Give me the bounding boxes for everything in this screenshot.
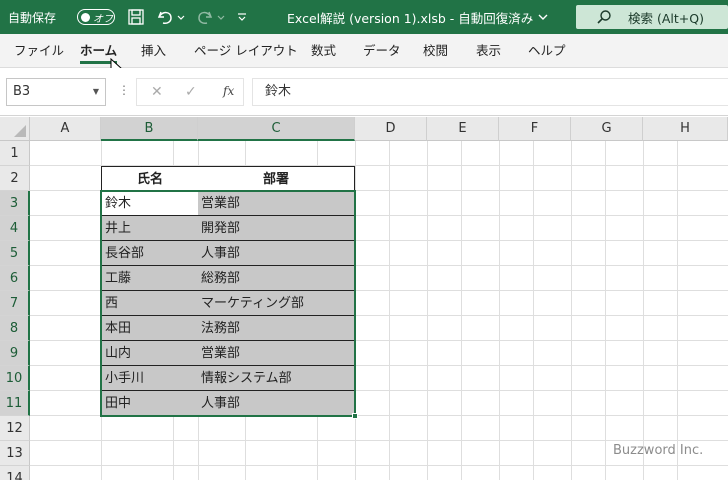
row-header[interactable]: 1: [0, 141, 30, 166]
toggle-state: オフ: [93, 13, 113, 25]
column-header-c[interactable]: C: [198, 117, 355, 141]
formula-input[interactable]: 鈴木: [252, 78, 728, 106]
name-box-value: B3: [13, 84, 31, 99]
row-header[interactable]: 12: [0, 416, 30, 441]
enter-icon[interactable]: ✓: [185, 84, 197, 100]
undo-icon[interactable]: [156, 8, 174, 26]
tab-data[interactable]: データ: [363, 34, 401, 67]
name-box-dropdown-icon[interactable]: ▼: [93, 79, 99, 105]
column-header-f[interactable]: F: [499, 117, 571, 141]
tab-review[interactable]: 校閲: [423, 34, 448, 67]
row-header[interactable]: 8: [0, 316, 30, 341]
toggle-knob: [81, 12, 90, 22]
autosave-label: 自動保存: [8, 10, 57, 25]
chevron-down-icon: [538, 14, 548, 20]
table-cell-name[interactable]: 西: [101, 291, 199, 316]
table-cell-name[interactable]: 長谷部: [101, 241, 199, 266]
redo-icon[interactable]: [196, 8, 214, 26]
column-header-b[interactable]: B: [101, 117, 198, 141]
table-cell-name[interactable]: 田中: [101, 391, 199, 416]
row-header[interactable]: 14: [0, 466, 30, 480]
tab-page-layout[interactable]: ページ レイアウト: [194, 34, 298, 67]
column-header-g[interactable]: G: [571, 117, 643, 141]
table-cell-department[interactable]: 営業部: [198, 341, 355, 366]
table-cell-department[interactable]: 開発部: [198, 216, 355, 241]
watermark: Buzzword Inc.: [613, 443, 704, 458]
column-header-e[interactable]: E: [427, 117, 499, 141]
table-cell-name[interactable]: 鈴木: [101, 191, 199, 216]
table-cell-name[interactable]: 井上: [101, 216, 199, 241]
select-all-button[interactable]: [0, 117, 30, 141]
tab-insert[interactable]: 挿入: [141, 34, 166, 67]
row-header[interactable]: 11: [0, 391, 30, 416]
table-cell-name[interactable]: 工藤: [101, 266, 199, 291]
table-cell-department[interactable]: マーケティング部: [198, 291, 355, 316]
table-header-department[interactable]: 部署: [198, 166, 355, 191]
column-header-h[interactable]: H: [643, 117, 728, 141]
gridline: [427, 141, 428, 480]
row-header[interactable]: 10: [0, 366, 30, 391]
column-header-a[interactable]: A: [30, 117, 101, 141]
name-box[interactable]: B3 ▼: [6, 78, 106, 106]
search-placeholder: 検索 (Alt+Q): [628, 10, 704, 26]
row-header[interactable]: 3: [0, 191, 30, 216]
save-icon[interactable]: [127, 8, 145, 26]
table-cell-department[interactable]: 情報システム部: [198, 366, 355, 391]
autosave-toggle[interactable]: オフ: [77, 9, 115, 25]
column-header-d[interactable]: D: [355, 117, 427, 141]
row-header[interactable]: 4: [0, 216, 30, 241]
gridline: [355, 141, 356, 480]
search-box[interactable]: 検索 (Alt+Q): [576, 5, 728, 29]
table-cell-name[interactable]: 小手川: [101, 366, 199, 391]
tab-file[interactable]: ファイル: [14, 34, 64, 67]
gridline: [499, 141, 500, 480]
row-header[interactable]: 9: [0, 341, 30, 366]
fill-handle[interactable]: [352, 413, 358, 419]
formula-buttons: ✕ ✓ fx: [136, 78, 244, 106]
tab-help[interactable]: ヘルプ: [528, 34, 566, 67]
search-icon: [597, 10, 611, 24]
formula-bar-grip-icon[interactable]: ⋮: [118, 83, 130, 97]
row-header[interactable]: 5: [0, 241, 30, 266]
insert-function-icon[interactable]: fx: [223, 84, 234, 98]
row-header[interactable]: 2: [0, 166, 30, 191]
row-header[interactable]: 13: [0, 441, 30, 466]
title-bar: 自動保存 オフ Excel解説 (version 1).xlsb - 自動回復済…: [0, 0, 728, 34]
customize-toolbar-icon[interactable]: [236, 8, 248, 26]
row-header[interactable]: 7: [0, 291, 30, 316]
gridline: [643, 141, 644, 480]
tab-formulas[interactable]: 数式: [311, 34, 336, 67]
row-header[interactable]: 6: [0, 266, 30, 291]
table-cell-department[interactable]: 総務部: [198, 266, 355, 291]
table-cell-department[interactable]: 人事部: [198, 241, 355, 266]
table-cell-department[interactable]: 法務部: [198, 316, 355, 341]
redo-dropdown-icon[interactable]: [216, 8, 226, 26]
gridline: [571, 141, 572, 480]
document-title[interactable]: Excel解説 (version 1).xlsb - 自動回復済み: [287, 0, 549, 34]
table-cell-department[interactable]: 人事部: [198, 391, 355, 416]
formula-bar: B3 ▼ ⋮ ✕ ✓ fx 鈴木: [0, 68, 728, 116]
undo-dropdown-icon[interactable]: [176, 8, 186, 26]
filename-text: Excel解説 (version 1).xlsb - 自動回復済み: [287, 10, 534, 26]
table-header-name[interactable]: 氏名: [101, 166, 199, 191]
tab-view[interactable]: 表示: [476, 34, 501, 67]
table-cell-name[interactable]: 本田: [101, 316, 199, 341]
table-cell-department[interactable]: 営業部: [198, 191, 355, 216]
table-cell-name[interactable]: 山内: [101, 341, 199, 366]
cancel-icon[interactable]: ✕: [151, 84, 163, 100]
worksheet-grid[interactable]: A B C D E F G H 1 2 3 4 5 6 7 8 9 10 11 …: [0, 117, 728, 480]
